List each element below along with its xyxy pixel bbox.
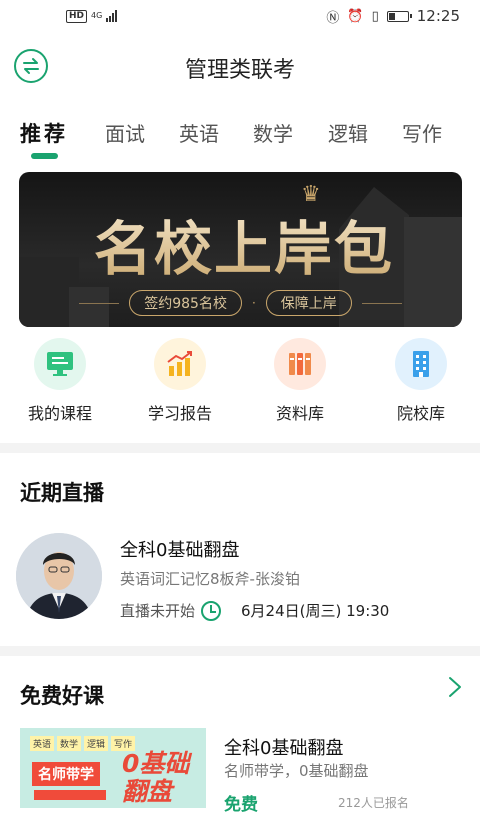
tab-math[interactable]: 数学 [253,118,293,147]
live-card[interactable]: 全科0基础翻盘 英语词汇记忆8板斧-张浚铂 直播未开始 6月24日(周三) 19… [0,528,480,628]
cover-headline-line: 0基础 [122,749,190,778]
page-title: 管理类联考 [184,58,295,83]
cover-teacher-label: 名师带学 [32,762,100,786]
nfc-icon: Ⓝ [326,10,340,26]
active-tab-indicator [31,153,58,159]
cover-headline-line: 翻盘 [122,777,173,806]
course-subtitle: 名师带学，0基础翻盘 [224,762,369,780]
quick-link-label: 我的课程 [27,404,92,423]
live-status: 直播未开始 [120,602,196,620]
free-courses-title: 免费好课 [20,684,104,708]
course-enroll-count: 212人已报名 [338,796,409,810]
section-divider [0,443,480,453]
cover-tag: 逻辑 [84,736,109,751]
battery-icon [386,10,412,22]
free-course-card[interactable]: 英语 数学 逻辑 写作 名师带学 0基础 翻盘 全科0基础翻盘 名师带学，0基础… [0,728,480,815]
course-name: 全科0基础翻盘 [224,738,344,759]
banner-line [361,302,402,304]
teacher-avatar [16,533,102,619]
status-left: HD 4G [66,9,118,23]
tab-logic[interactable]: 逻辑 [328,118,368,147]
quick-link-label: 资料库 [275,404,324,423]
clock-icon [201,600,222,621]
status-right: Ⓝ ⏰ ▯ 12:25 [326,7,460,26]
promo-banner[interactable]: ♛ 名校上岸包 签约985名校 · 保障上岸 [19,172,462,327]
books-icon [274,338,326,390]
clock-time: 12:25 [416,7,460,25]
course-cover: 英语 数学 逻辑 写作 名师带学 0基础 翻盘 [20,728,206,808]
report-chart-icon [154,338,206,390]
live-time: 6月24日(周三) 19:30 [241,602,390,620]
banner-tag: 保障上岸 [265,290,352,316]
cover-tag: 数学 [57,736,82,751]
quick-link-label: 学习报告 [147,404,212,423]
chevron-right-icon[interactable] [448,676,462,698]
banner-line [79,302,120,304]
live-section-title: 近期直播 [20,481,104,505]
quick-link-schools[interactable]: 院校库 [366,338,476,424]
status-bar: HD 4G Ⓝ ⏰ ▯ 12:25 [0,0,480,32]
quick-link-study-report[interactable]: 学习报告 [125,338,235,424]
alarm-icon: ⏰ [347,8,364,24]
live-course-name: 全科0基础翻盘 [120,540,240,561]
tab-interview[interactable]: 面试 [105,118,145,147]
cover-tags: 英语 数学 逻辑 写作 [30,736,136,751]
hd-indicator: HD [66,9,88,23]
quick-link-label: 院校库 [396,404,445,423]
building-icon [395,338,447,390]
section-divider [0,646,480,656]
quick-links: 我的课程 学习报告 资料库 院校库 [0,338,480,428]
live-status-row: 直播未开始 6月24日(周三) 19:30 [120,600,389,621]
banner-tag: 签约985名校 [129,290,242,316]
signal-icon [106,10,118,22]
course-price: 免费 [224,795,258,815]
live-subtitle: 英语词汇记忆8板斧-张浚铂 [120,570,300,588]
vibrate-icon: ▯ [371,8,379,24]
tab-english[interactable]: 英语 [179,118,219,147]
quick-link-library[interactable]: 资料库 [245,338,355,424]
monitor-icon [34,338,86,390]
banner-title: 名校上岸包 [79,202,409,286]
banner-separator: · [251,296,256,310]
cover-headline: 0基础 翻盘 [122,750,189,806]
cover-tag: 英语 [30,736,55,751]
quick-link-my-courses[interactable]: 我的课程 [5,338,115,424]
banner-tags: 签约985名校 · 保障上岸 [19,290,462,316]
network-type: 4G [91,11,103,20]
top-bar: 管理类联考 [0,40,480,92]
cover-decoration [34,790,106,800]
tab-writing[interactable]: 写作 [402,118,442,147]
tab-recommend[interactable]: 推荐 [20,118,68,148]
category-tabs: 推荐 面试 英语 数学 逻辑 写作 [0,118,480,168]
